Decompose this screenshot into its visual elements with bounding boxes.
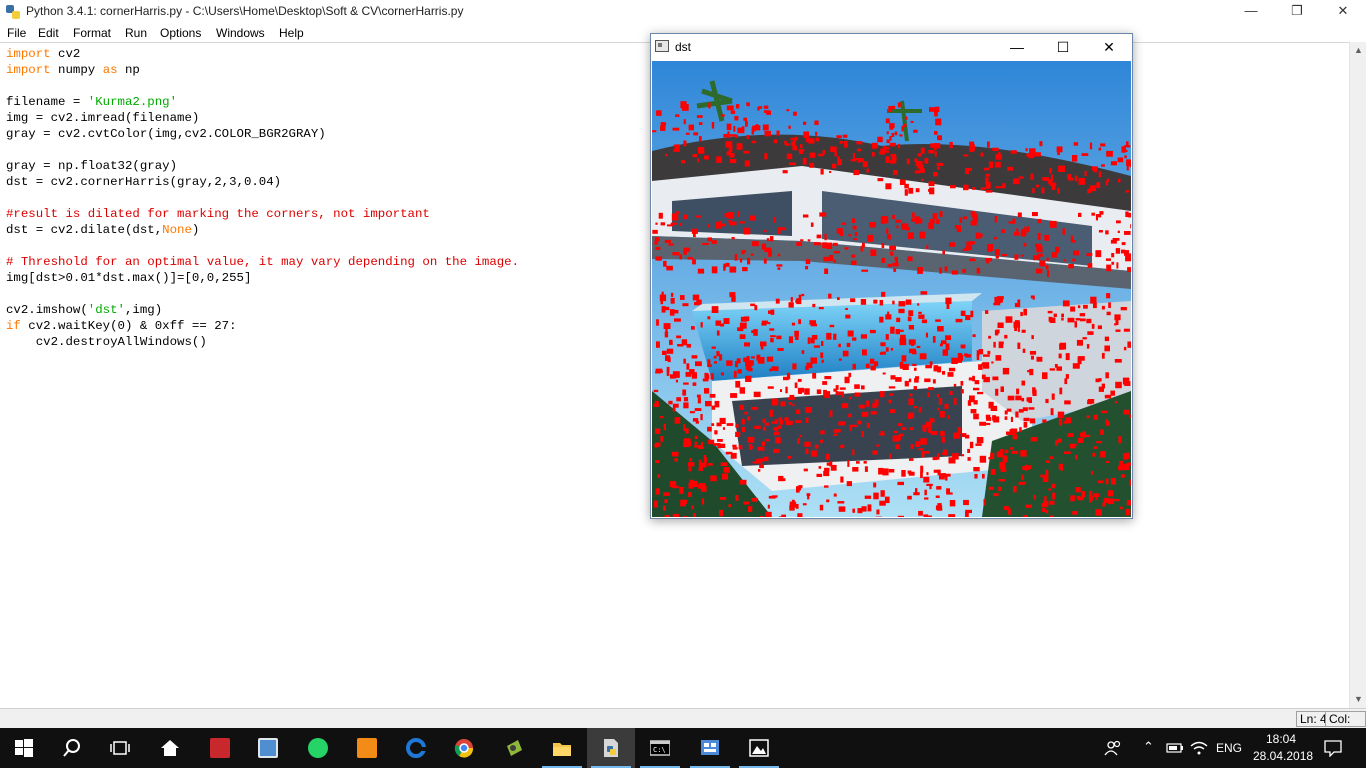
home-icon [161,740,179,756]
python-file-icon [604,739,618,757]
battery-icon[interactable] [1166,741,1184,755]
sublime-app[interactable] [343,728,391,768]
sublime-text-icon [357,738,377,758]
dst-maximize-button[interactable]: ☐ [1040,34,1086,61]
menu-edit[interactable]: Edit [38,26,59,40]
menu-run[interactable]: Run [125,26,147,40]
photos-app[interactable] [735,728,783,768]
command-prompt-app[interactable]: C:\ [636,728,684,768]
dst-image [652,61,1131,517]
window-app-icon [655,40,669,52]
chrome-app[interactable] [440,728,488,768]
crypto-app[interactable] [490,728,538,768]
people-icon[interactable] [1104,739,1122,757]
close-button[interactable]: ✕ [1320,0,1366,24]
house-with-corners-image [652,61,1131,517]
task-view-button[interactable] [96,728,144,768]
dst-close-button[interactable]: ✕ [1086,34,1132,61]
task-view-icon [110,741,130,755]
dst-image-window[interactable]: dst — ☐ ✕ [650,33,1133,519]
minimize-button[interactable]: — [1228,0,1274,24]
status-bar: Ln: 4 Col: 22 [0,708,1366,740]
vertical-scrollbar[interactable]: ▲ ▼ [1349,42,1366,708]
chrome-icon [454,739,474,758]
menu-options[interactable]: Options [160,26,201,40]
paint-icon [258,738,278,758]
scroll-down-icon[interactable]: ▼ [1350,691,1366,708]
column-indicator: Col: 22 [1325,711,1366,740]
command-prompt-icon: C:\ [650,740,670,756]
clock-time[interactable]: 18:04 [1266,732,1296,746]
menu-file[interactable]: File [7,26,26,40]
edge-icon [406,738,426,758]
language-indicator[interactable]: ENG [1216,741,1242,755]
search-icon [63,739,80,757]
python-icon [6,5,20,19]
search-button[interactable] [48,728,96,768]
crypto-tool-icon [507,740,522,756]
paint-app[interactable] [244,728,292,768]
svg-text:C:\: C:\ [653,746,666,754]
scroll-up-icon[interactable]: ▲ [1350,42,1366,59]
clock-date[interactable]: 28.04.2018 [1253,749,1313,763]
dst-window-title: dst [675,40,692,54]
home-app[interactable] [146,728,194,768]
source-code[interactable]: import cv2 import numpy as np filename =… [6,46,519,350]
ccleaner-app[interactable] [196,728,244,768]
idle-title-bar: Python 3.4.1: cornerHarris.py - C:\Users… [0,0,1366,24]
menu-format[interactable]: Format [73,26,111,40]
chevron-up-icon[interactable]: ⌃ [1143,739,1154,755]
dst-title-bar[interactable]: dst — ☐ ✕ [651,34,1132,61]
network-tool-icon [701,740,719,755]
window-title: Python 3.4.1: cornerHarris.py - C:\Users… [26,4,464,18]
menu-help[interactable]: Help [279,26,304,40]
menu-windows[interactable]: Windows [216,26,265,40]
file-explorer-app[interactable] [538,728,586,768]
image-viewer-icon [749,739,769,757]
windows-logo-icon [15,739,33,757]
edge-app[interactable] [392,728,440,768]
network-app[interactable] [686,728,734,768]
dst-minimize-button[interactable]: — [994,34,1040,61]
ccleaner-icon [210,738,230,758]
folder-icon [553,743,571,756]
wifi-icon[interactable] [1190,740,1208,756]
python-idle-app[interactable] [587,728,635,768]
start-button[interactable] [0,728,48,768]
whatsapp-icon [308,738,328,758]
notifications-icon[interactable] [1324,739,1342,757]
restore-button[interactable]: ❐ [1274,0,1320,24]
whatsapp-app[interactable] [294,728,342,768]
taskbar: C:\ ⌃ ENG 18:04 28.04.2018 [0,728,1366,768]
